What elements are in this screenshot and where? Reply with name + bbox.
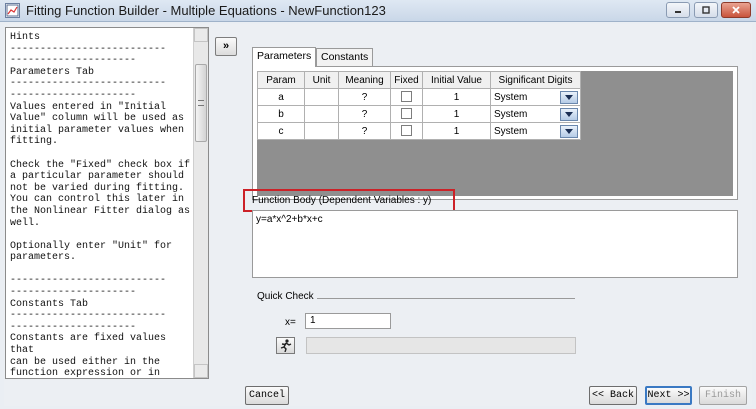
fixed-cell	[390, 122, 423, 140]
quick-check-result	[306, 337, 576, 354]
hints-content: Hints -------------------------- -------…	[10, 32, 194, 379]
unit-cell[interactable]	[304, 122, 339, 140]
minimize-button[interactable]	[666, 2, 690, 18]
col-header-param: Param	[257, 71, 305, 89]
initial-value-cell[interactable]: 1	[422, 122, 491, 140]
scroll-down-arrow-icon[interactable]	[194, 364, 208, 378]
significant-digits-cell[interactable]: System	[490, 122, 581, 140]
expand-button[interactable]: »	[215, 37, 237, 56]
initial-value-cell[interactable]: 1	[422, 105, 491, 123]
function-body-text: y=a*x^2+b*x+c	[256, 214, 323, 225]
finish-button[interactable]: Finish	[699, 386, 747, 405]
title-bar: Fitting Function Builder - Multiple Equa…	[0, 0, 756, 22]
unit-cell[interactable]	[304, 105, 339, 123]
meaning-cell[interactable]: ?	[338, 122, 391, 140]
param-name-cell: a	[257, 88, 305, 106]
function-body-editor[interactable]: y=a*x^2+b*x+c	[252, 210, 738, 278]
hints-text: -------------------------- -------------…	[10, 43, 191, 379]
cancel-button[interactable]: Cancel	[245, 386, 289, 405]
scroll-thumb[interactable]	[195, 64, 207, 142]
fixed-cell	[390, 105, 423, 123]
col-header-significant-digits: Significant Digits	[490, 71, 581, 89]
back-button[interactable]: << Back	[589, 386, 637, 405]
table-row: b ? 1 System	[257, 105, 581, 123]
significant-digits-value: System	[494, 125, 528, 137]
running-man-icon	[280, 339, 292, 352]
close-button[interactable]	[721, 2, 751, 18]
dialog-client: Hints -------------------------- -------…	[4, 24, 752, 406]
parameters-grid: Param Unit Meaning Fixed Initial Value S…	[257, 71, 733, 196]
meaning-cell[interactable]: ?	[338, 88, 391, 106]
tab-parameters[interactable]: Parameters	[252, 47, 317, 67]
fixed-checkbox[interactable]	[401, 125, 412, 137]
significant-digits-cell[interactable]: System	[490, 88, 581, 106]
param-name-cell: c	[257, 122, 305, 140]
meaning-cell[interactable]: ?	[338, 105, 391, 123]
col-header-initial-value: Initial Value	[422, 71, 491, 89]
dropdown-arrow-icon[interactable]	[560, 108, 578, 121]
initial-value-cell[interactable]: 1	[422, 88, 491, 106]
table-row: c ? 1 System	[257, 122, 581, 140]
dropdown-arrow-icon[interactable]	[560, 91, 578, 104]
quick-check-group: Quick Check x= 1	[257, 291, 576, 354]
parameters-frame: Param Unit Meaning Fixed Initial Value S…	[252, 66, 738, 200]
quick-check-title: Quick Check	[257, 291, 317, 302]
hints-panel: Hints -------------------------- -------…	[5, 27, 209, 379]
significant-digits-value: System	[494, 91, 528, 103]
tab-constants[interactable]: Constants	[316, 48, 374, 67]
table-row: a ? 1 System	[257, 88, 581, 106]
parameters-table: Param Unit Meaning Fixed Initial Value S…	[257, 71, 581, 140]
app-icon	[5, 3, 20, 18]
unit-cell[interactable]	[304, 88, 339, 106]
dropdown-arrow-icon[interactable]	[560, 125, 578, 138]
quick-check-x-input[interactable]: 1	[305, 313, 391, 329]
quick-check-run-button[interactable]	[276, 337, 295, 354]
significant-digits-cell[interactable]: System	[490, 105, 581, 123]
col-header-unit: Unit	[304, 71, 339, 89]
hints-title: Hints	[10, 32, 41, 43]
significant-digits-value: System	[494, 108, 528, 120]
hints-scrollbar[interactable]	[193, 28, 208, 378]
col-header-fixed: Fixed	[390, 71, 423, 89]
fixed-checkbox[interactable]	[401, 108, 412, 120]
window-title: Fitting Function Builder - Multiple Equa…	[26, 3, 386, 18]
next-button[interactable]: Next >>	[645, 386, 692, 405]
maximize-button[interactable]	[694, 2, 718, 18]
param-name-cell: b	[257, 105, 305, 123]
fixed-cell	[390, 88, 423, 106]
col-header-meaning: Meaning	[338, 71, 391, 89]
scroll-up-arrow-icon[interactable]	[194, 28, 208, 42]
quick-check-x-label: x=	[285, 317, 296, 328]
fixed-checkbox[interactable]	[401, 91, 412, 103]
function-body-label: Function Body (Dependent Variables : y)	[252, 195, 432, 206]
